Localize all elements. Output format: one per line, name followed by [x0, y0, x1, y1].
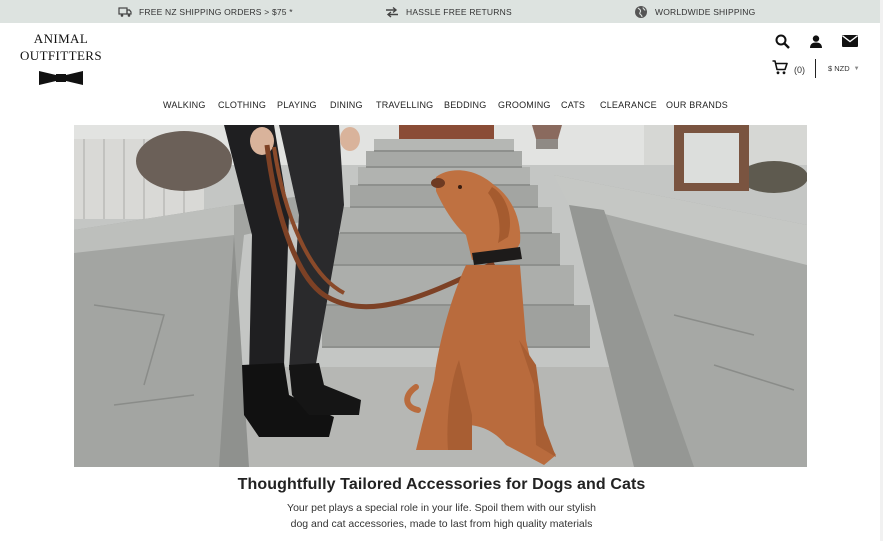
announcement-bar: FREE NZ SHIPPING ORDERS > $75 * HASSLE F… — [0, 0, 883, 23]
announcement-free-shipping: FREE NZ SHIPPING ORDERS > $75 * — [118, 0, 293, 23]
nav-item-clothing[interactable]: CLOTHING — [218, 100, 266, 110]
cart-button[interactable]: (0) — [772, 60, 805, 80]
nav-item-grooming[interactable]: GROOMING — [498, 100, 551, 110]
search-icon[interactable] — [773, 32, 791, 50]
nav-item-playing[interactable]: PLAYING — [277, 100, 317, 110]
announcement-text: FREE NZ SHIPPING ORDERS > $75 * — [139, 6, 293, 17]
announcement-returns: HASSLE FREE RETURNS — [385, 0, 512, 23]
cart-count: (0) — [794, 65, 805, 75]
logo-text-line1: ANIMAL — [33, 31, 89, 46]
returns-arrows-icon — [385, 5, 399, 19]
currency-selector[interactable]: $ NZD ▼ — [828, 64, 860, 73]
hero-body-line2: dog and cat accessories, made to last fr… — [290, 518, 593, 530]
announcement-text: WORLDWIDE SHIPPING — [655, 6, 756, 17]
nav-item-clearance[interactable]: CLEARANCE — [600, 100, 657, 110]
site-logo[interactable]: ANIMAL OUTFITTERS — [20, 30, 102, 86]
nav-item-bedding[interactable]: BEDDING — [444, 100, 486, 110]
announcement-text: HASSLE FREE RETURNS — [406, 6, 512, 17]
nav-item-our-brands[interactable]: OUR BRANDS — [666, 100, 728, 110]
logo-text-line2: OUTFITTERS — [20, 48, 102, 63]
nav-item-walking[interactable]: WALKING — [163, 100, 206, 110]
nav-item-cats[interactable]: CATS — [561, 100, 585, 110]
hero-body-line1: Your pet plays a special role in your li… — [287, 502, 596, 514]
header-divider — [815, 59, 816, 78]
chevron-down-icon: ▼ — [853, 65, 860, 72]
globe-icon — [634, 5, 648, 19]
main-nav: WALKING CLOTHING PLAYING DINING TRAVELLI… — [0, 100, 883, 114]
bowtie-icon — [39, 71, 83, 85]
cart-icon — [772, 60, 788, 80]
hero-photo-illustration — [74, 125, 807, 467]
hero-image[interactable] — [74, 125, 807, 467]
delivery-truck-icon — [118, 5, 132, 19]
currency-label: $ NZD — [828, 64, 850, 73]
nav-item-travelling[interactable]: TRAVELLING — [376, 100, 433, 110]
mail-icon[interactable] — [841, 32, 859, 50]
account-icon[interactable] — [808, 32, 824, 50]
hero-body: Your pet plays a special role in your li… — [0, 500, 883, 532]
announcement-worldwide: WORLDWIDE SHIPPING — [634, 0, 755, 23]
hero-headline: Thoughtfully Tailored Accessories for Do… — [237, 476, 646, 493]
nav-item-dining[interactable]: DINING — [330, 100, 363, 110]
